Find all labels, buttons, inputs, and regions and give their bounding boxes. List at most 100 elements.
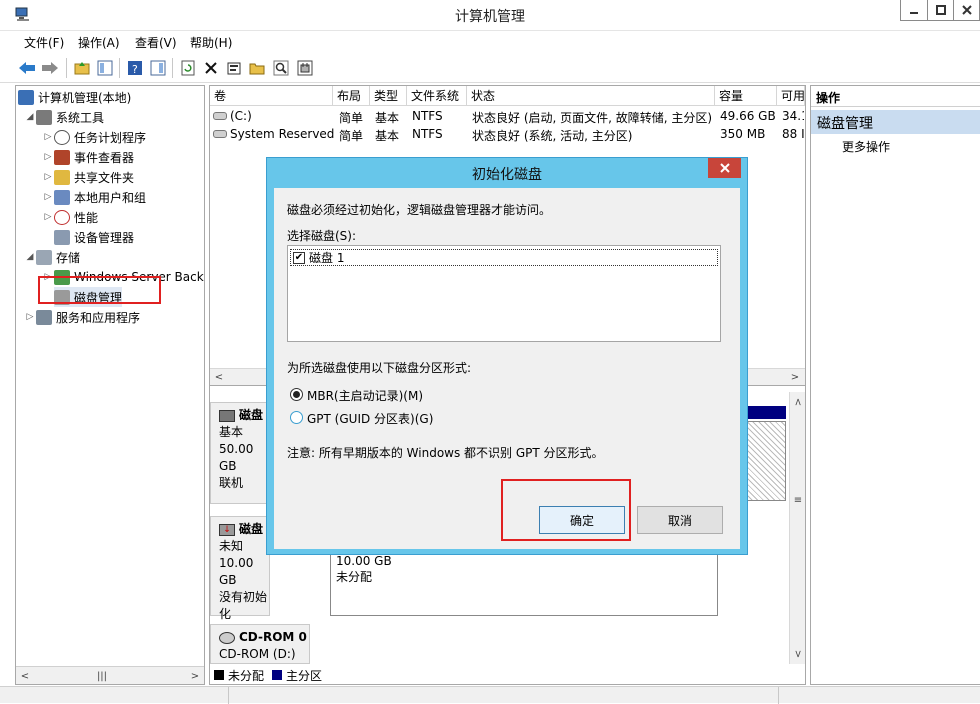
window-title: 计算机管理 — [455, 9, 525, 25]
tree-label: 性能 — [74, 210, 99, 225]
help-icon: ? — [128, 61, 142, 76]
menu-file[interactable]: 文件(F) — [24, 34, 64, 51]
left-horizontal-scrollbar[interactable]: < ||| > — [16, 666, 204, 684]
menu-view[interactable]: 查看(V) — [135, 34, 177, 51]
cell-capacity: 350 MB — [720, 127, 766, 141]
delete-button[interactable] — [202, 59, 220, 77]
close-icon — [961, 5, 972, 15]
disk-0-partition-bar — [746, 406, 786, 419]
cdrom-name: CD-ROM 0 — [239, 630, 307, 644]
expand-arrow-icon[interactable]: ▷ — [42, 132, 54, 142]
expand-arrow-icon[interactable]: ▷ — [42, 152, 54, 162]
disk-1-name: 磁盘 — [239, 522, 264, 536]
column-header-status[interactable]: 状态 — [467, 86, 715, 106]
disk-vertical-scrollbar[interactable]: < ≡ > — [789, 392, 805, 664]
column-header-layout[interactable]: 布局 — [333, 86, 370, 106]
disk-1-label[interactable]: ↓ 磁盘 未知 10.00 GB 没有初始化 — [210, 516, 270, 621]
column-header-filesystem[interactable]: 文件系统 — [407, 86, 467, 106]
tree-item-storage[interactable]: ◢ 存储 — [24, 247, 80, 267]
mbr-radio[interactable] — [290, 388, 303, 401]
folder-up-icon — [74, 62, 90, 75]
collapse-arrow-icon[interactable]: ◢ — [24, 112, 36, 122]
help-button[interactable]: ? — [126, 59, 144, 77]
menu-action[interactable]: 操作(A) — [78, 34, 120, 51]
tree-item-system-tools[interactable]: ◢ 系统工具 — [24, 107, 104, 127]
dialog-close-button[interactable] — [708, 158, 741, 178]
show-tree-button[interactable] — [96, 59, 114, 77]
maximize-icon — [935, 5, 946, 15]
tree-item-shared-folders[interactable]: ▷ 共享文件夹 — [42, 167, 134, 187]
title-bar: 计算机管理 — [0, 0, 980, 31]
table-row[interactable]: (C:) 简单 基本 NTFS 状态良好 (启动, 页面文件, 故障转储, 主分… — [210, 107, 805, 125]
scroll-left-icon[interactable]: < — [211, 369, 227, 385]
column-header-type[interactable]: 类型 — [370, 86, 407, 106]
action-pane-button[interactable] — [149, 59, 167, 77]
scroll-grip-icon[interactable]: ||| — [94, 668, 110, 684]
maximize-button[interactable] — [928, 0, 954, 21]
back-button[interactable] — [18, 59, 36, 77]
tree-item-services-applications[interactable]: ▷ 服务和应用程序 — [24, 307, 140, 327]
tree-item-task-scheduler[interactable]: ▷ 任务计划程序 — [42, 127, 146, 147]
tree-item-performance[interactable]: ▷ 性能 — [42, 207, 98, 227]
up-folder-button[interactable] — [73, 59, 91, 77]
close-window-button[interactable] — [954, 0, 980, 21]
tree-item-local-users[interactable]: ▷ 本地用户和组 — [42, 187, 146, 207]
gpt-compatibility-note: 注意: 所有早期版本的 Windows 都不识别 GPT 分区形式。 — [287, 446, 604, 460]
volume-icon — [213, 112, 227, 120]
search-button[interactable] — [272, 59, 290, 77]
disk-list-item[interactable]: ✔ 磁盘 1 — [290, 249, 718, 266]
column-header-free[interactable]: 可用 — [777, 86, 805, 106]
disk-1-checkbox[interactable]: ✔ — [293, 251, 305, 264]
minimize-button[interactable] — [900, 0, 928, 21]
dialog-intro: 磁盘必须经过初始化，逻辑磁盘管理器才能访问。 — [287, 203, 552, 217]
svg-text:?: ? — [132, 63, 138, 76]
highlight-box-disk-management — [38, 276, 161, 304]
tree-item-event-viewer[interactable]: ▷ 事件查看器 — [42, 147, 134, 167]
scroll-left-icon[interactable]: < — [17, 668, 33, 684]
column-header-volume[interactable]: 卷 — [210, 86, 333, 106]
disk-0-size: 50.00 GB — [219, 442, 254, 473]
cdrom-icon — [219, 631, 235, 644]
expand-arrow-icon[interactable]: ▷ — [42, 172, 54, 182]
gpt-radio[interactable] — [290, 411, 303, 424]
disk-icon — [219, 409, 235, 422]
expand-arrow-icon[interactable]: ▷ — [42, 192, 54, 202]
expand-arrow-icon[interactable]: ▷ — [24, 312, 36, 322]
cdrom-label[interactable]: CD-ROM 0 CD-ROM (D:) — [210, 624, 310, 664]
scroll-right-icon[interactable]: > — [187, 668, 203, 684]
menu-help[interactable]: 帮助(H) — [190, 34, 232, 51]
cancel-button[interactable]: 取消 — [637, 506, 723, 534]
properties-button[interactable] — [225, 59, 243, 77]
extra-tool-button[interactable] — [296, 59, 314, 77]
table-row[interactable]: System Reserved 简单 基本 NTFS 状态良好 (系统, 活动,… — [210, 125, 805, 143]
actions-section-disk-management[interactable]: 磁盘管理 — [811, 110, 980, 134]
collapse-arrow-icon[interactable]: ◢ — [24, 252, 36, 262]
gpt-radio-label[interactable]: GPT (GUID 分区表)(G) — [307, 410, 433, 427]
event-viewer-icon — [54, 149, 70, 165]
tree-item-device-manager[interactable]: 设备管理器 — [54, 227, 134, 247]
mbr-radio-label[interactable]: MBR(主启动记录)(M) — [307, 387, 423, 404]
disk-list[interactable]: ✔ 磁盘 1 — [287, 245, 721, 342]
tree-label: 任务计划程序 — [74, 130, 147, 145]
forward-button[interactable] — [41, 59, 59, 77]
tree-item-computer-management[interactable]: 计算机管理(本地) — [18, 87, 131, 107]
legend-primary-swatch — [272, 670, 283, 680]
scroll-grip-icon[interactable]: ≡ — [790, 492, 806, 508]
open-button[interactable] — [248, 59, 266, 77]
disk-0-label[interactable]: 磁盘 基本 50.00 GB 联机 — [210, 402, 270, 504]
column-header-capacity[interactable]: 容量 — [715, 86, 777, 106]
scroll-up-icon[interactable]: < — [790, 394, 806, 410]
delete-x-icon — [205, 62, 217, 74]
disk-0-partition-block[interactable] — [746, 421, 786, 501]
dialog-title: 初始化磁盘 — [472, 167, 542, 183]
cell-type: 基本 — [375, 111, 400, 125]
legend-primary-label: 主分区 — [286, 668, 323, 683]
refresh-button[interactable] — [179, 59, 197, 77]
scroll-down-icon[interactable]: > — [790, 646, 806, 662]
more-actions-link[interactable]: 更多操作 — [842, 138, 890, 155]
scroll-right-icon[interactable]: > — [787, 369, 803, 385]
services-icon — [36, 309, 52, 325]
expand-arrow-icon[interactable]: ▷ — [42, 212, 54, 222]
tree-label: 服务和应用程序 — [56, 310, 141, 325]
legend-unallocated-label: 未分配 — [228, 668, 265, 683]
